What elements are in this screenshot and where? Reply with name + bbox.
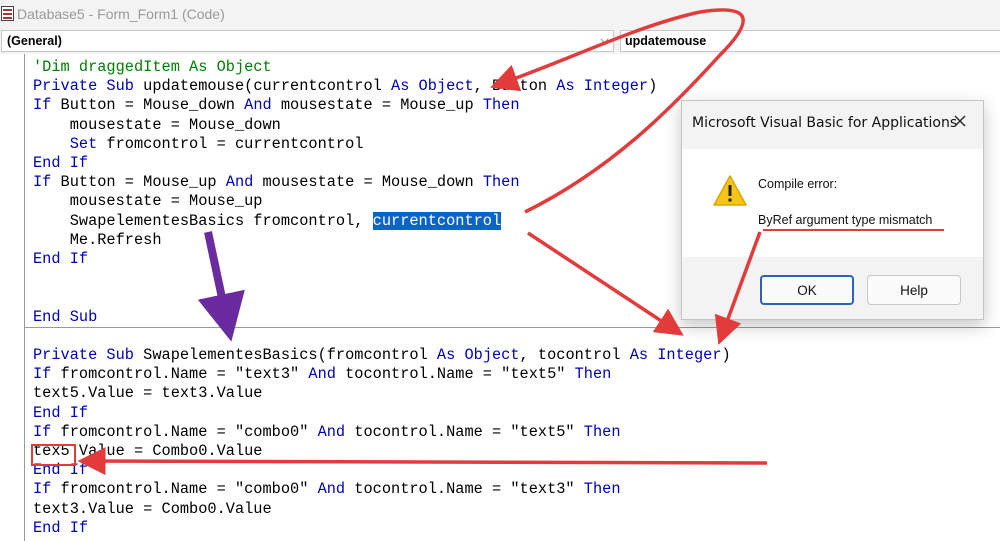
code-token: End If (33, 518, 89, 537)
code-line[interactable]: End Sub (33, 308, 97, 327)
code-line[interactable]: End If (33, 519, 88, 538)
message-underline (763, 229, 944, 231)
code-line[interactable]: SwapelementesBasics fromcontrol, current… (33, 211, 502, 231)
code-token: As Integer (629, 346, 722, 364)
code-token: SwapelementesBasics(fromcontrol (133, 346, 437, 364)
chevron-down-icon[interactable] (600, 36, 609, 45)
code-line[interactable]: Set fromcontrol = currentcontrol (33, 134, 364, 154)
code-token: Then (583, 480, 621, 499)
code-line[interactable]: If fromcontrol.Name = "combo0" And tocon… (33, 423, 621, 442)
code-token: And (317, 480, 346, 499)
code-line[interactable]: End If (33, 154, 88, 173)
code-token: Then (482, 173, 520, 192)
code-token: Set (69, 134, 98, 153)
dialog-body: Compile error: ByRef argument type misma… (682, 149, 983, 257)
code-line[interactable]: If fromcontrol.Name = "combo0" And tocon… (33, 480, 621, 499)
close-icon[interactable] (952, 113, 968, 129)
code-token: End If (33, 403, 89, 422)
code-line[interactable]: Private Sub updatemouse(currentcontrol A… (33, 77, 657, 96)
help-button[interactable]: Help (867, 275, 961, 305)
code-line[interactable]: text3.Value = Combo0.Value (33, 500, 272, 519)
code-line[interactable]: If Button = Mouse_down And mousestate = … (33, 96, 520, 115)
window-title: Database5 - Form_Form1 (Code) (17, 6, 225, 22)
object-dropdown[interactable]: (General) (1, 30, 614, 52)
code-token: Then (482, 96, 520, 115)
code-token: 'Dim draggedItem As Object (33, 58, 272, 76)
code-token: As Integer (556, 77, 649, 96)
code-token: mousestate = Mouse_up (271, 96, 483, 115)
code-token: SwapelementesBasics fromcontrol, (33, 211, 373, 230)
title-bar: Database5 - Form_Form1 (Code) (0, 0, 1000, 28)
code-token: Then (583, 422, 621, 441)
code-token: updatemouse(currentcontrol (133, 77, 392, 96)
compile-error-dialog: Microsoft Visual Basic for Applications … (681, 100, 984, 320)
code-token: And (308, 365, 336, 384)
code-token: End If (33, 250, 89, 268)
code-token: mousestate = Mouse_down (33, 115, 281, 134)
dialog-message: ByRef argument type mismatch (758, 213, 933, 227)
code-token: text5.Value = text3.Value (33, 384, 263, 403)
code-token: And (244, 96, 272, 115)
code-token: As Object (391, 77, 474, 96)
code-token: tocontrol.Name = "text3" (345, 480, 584, 499)
access-database-icon (1, 6, 14, 21)
code-line[interactable]: text5.Value = text3.Value (33, 384, 263, 403)
code-token: If (33, 96, 52, 115)
dialog-heading: Compile error: (758, 177, 838, 191)
highlight-box-tex5 (31, 444, 76, 466)
code-token: mousestate = Mouse_down (253, 173, 483, 192)
code-token: If (33, 480, 52, 499)
code-token: fromcontrol = currentcontrol (97, 134, 364, 153)
dialog-title: Microsoft Visual Basic for Applications (692, 115, 958, 131)
code-token: If (33, 365, 52, 384)
code-combo-bar: (General) updatemouse (0, 28, 1000, 54)
code-token: ) (648, 77, 658, 96)
code-token: tocontrol.Name = "text5" (345, 422, 584, 441)
object-dropdown-value: (General) (7, 34, 62, 48)
code-token: As Object (436, 346, 520, 364)
code-token: Private Sub (33, 346, 134, 364)
code-token: text3.Value = Combo0.Value (33, 499, 272, 518)
code-line[interactable]: 'Dim draggedItem As Object (33, 58, 272, 77)
procedure-separator (25, 327, 1000, 328)
code-line[interactable]: Me.Refresh (33, 231, 162, 250)
code-token: If (33, 173, 52, 192)
code-token: And (317, 422, 346, 441)
code-token: Button = Mouse_down (51, 96, 245, 115)
procedure-dropdown[interactable]: updatemouse (620, 30, 1000, 52)
code-token: fromcontrol.Name = "combo0" (51, 480, 318, 499)
ok-button[interactable]: OK (760, 275, 854, 305)
code-token: mousestate = Mouse_up (33, 192, 263, 211)
warning-icon (713, 175, 747, 206)
code-token: Then (574, 365, 612, 384)
code-token: End Sub (33, 307, 98, 326)
code-token: End If (33, 154, 89, 172)
editor-margin (24, 54, 25, 541)
code-token: And (225, 173, 254, 192)
code-line[interactable]: End If (33, 250, 88, 269)
code-token: Button = Mouse_up (51, 173, 226, 192)
procedure-dropdown-value: updatemouse (625, 34, 707, 48)
code-token: tocontrol.Name = "text5" (335, 365, 575, 384)
code-line[interactable]: If Button = Mouse_up And mousestate = Mo… (33, 173, 520, 192)
code-line[interactable]: mousestate = Mouse_down (33, 116, 281, 135)
code-line[interactable]: Private Sub SwapelementesBasics(fromcont… (33, 346, 731, 365)
code-token: ) (721, 346, 731, 364)
code-token: , Button (473, 77, 557, 96)
code-token: If (33, 422, 52, 441)
selected-text: currentcontrol (372, 211, 502, 230)
code-token: Private Sub (33, 77, 134, 96)
code-token: fromcontrol.Name = "text3" (51, 365, 309, 384)
code-token: , tocontrol (519, 346, 630, 364)
code-line[interactable]: mousestate = Mouse_up (33, 192, 263, 211)
code-token: Me.Refresh (33, 230, 162, 249)
code-line[interactable]: End If (33, 404, 88, 423)
code-line[interactable]: If fromcontrol.Name = "text3" And tocont… (33, 365, 611, 384)
code-token: fromcontrol.Name = "combo0" (51, 422, 318, 441)
